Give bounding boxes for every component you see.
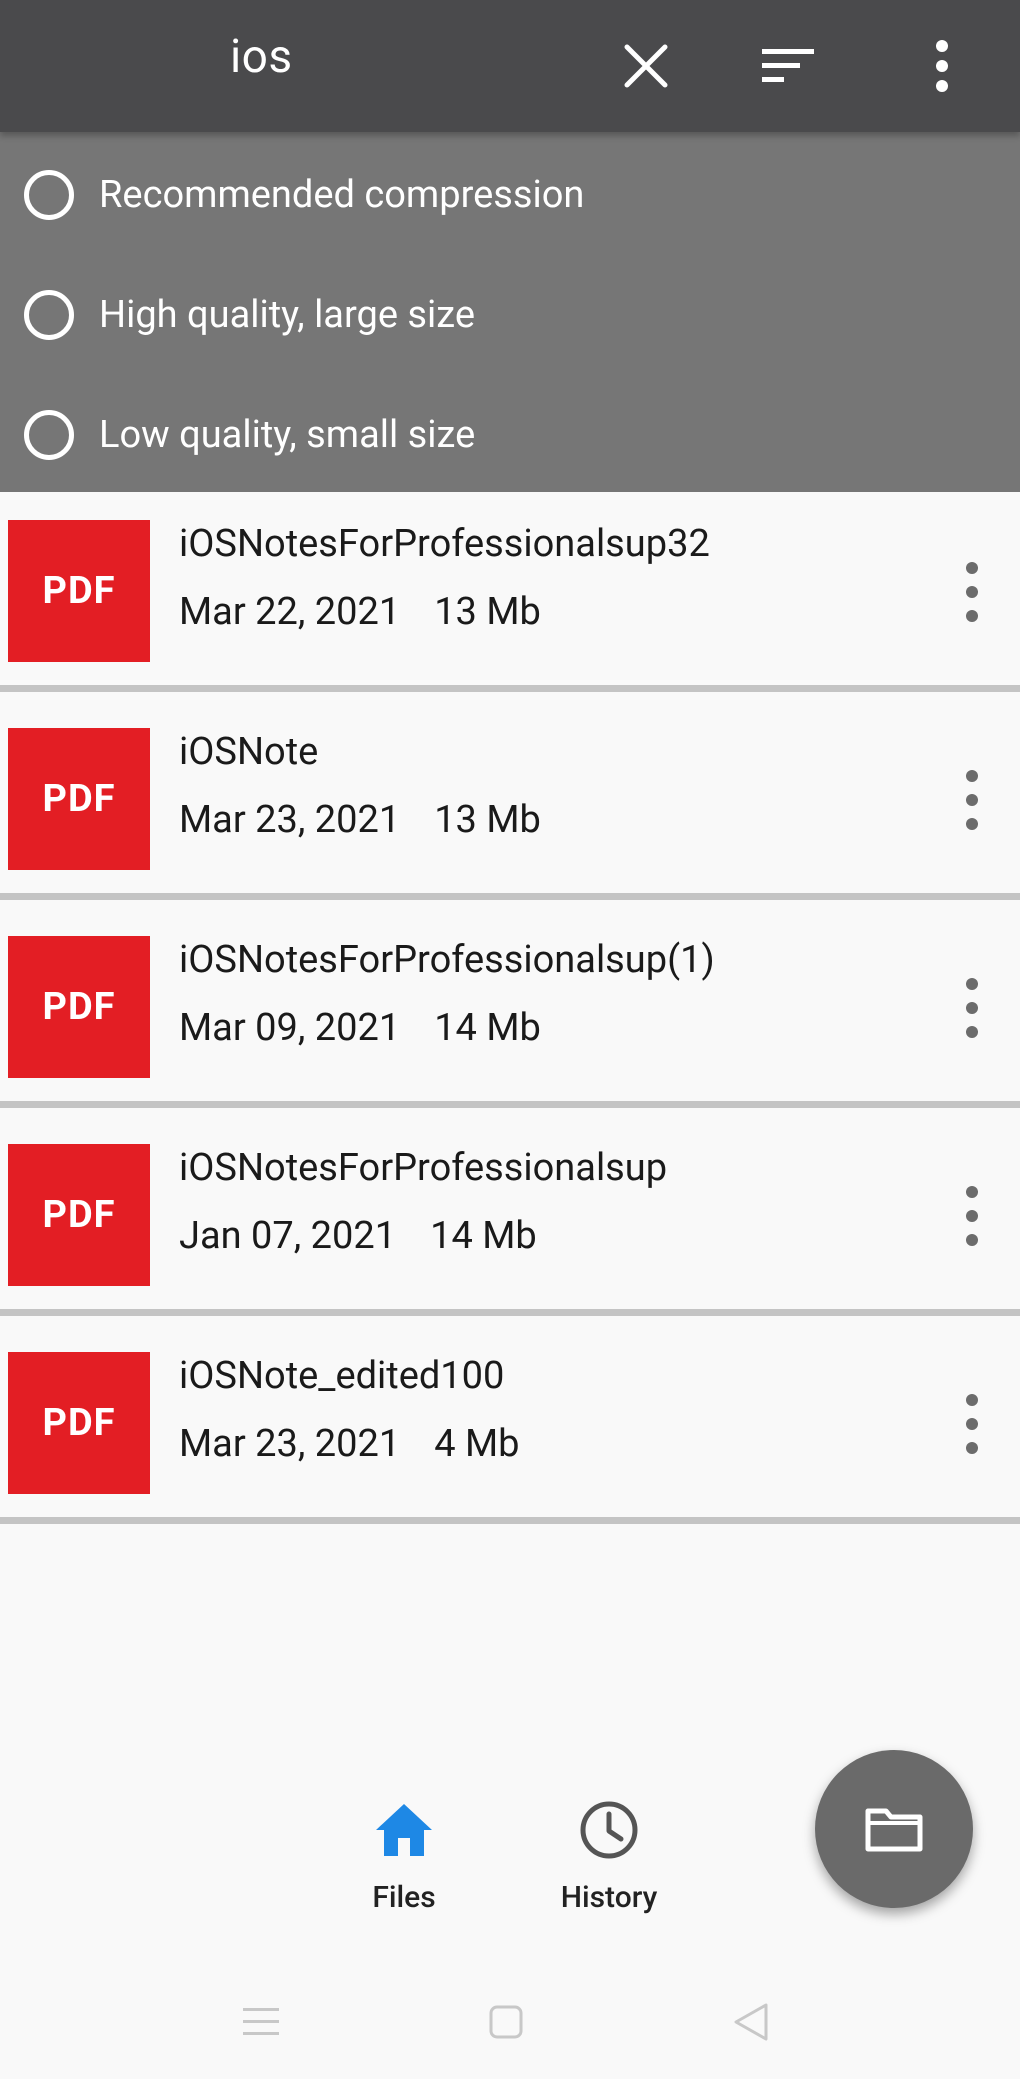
pdf-file-icon: PDF: [8, 936, 150, 1078]
file-date: Jan 07, 2021: [179, 1214, 397, 1258]
divider: [0, 893, 1020, 900]
file-list-item[interactable]: PDF iOSNote_edited100 Mar 23, 2021 4 Mb: [0, 1324, 1020, 1524]
system-navigation-bar: [0, 1960, 1020, 2079]
file-name: iOSNotesForProfessionalsup(1): [179, 938, 715, 982]
divider: [0, 1101, 1020, 1108]
divider: [0, 1309, 1020, 1316]
sort-icon: [762, 49, 814, 82]
search-query[interactable]: ios: [230, 30, 293, 84]
pdf-file-icon: PDF: [8, 1144, 150, 1286]
nav-item-label: Files: [372, 1880, 436, 1915]
more-vert-icon: [936, 40, 948, 92]
file-list-item[interactable]: PDF iOSNote Mar 23, 2021 13 Mb: [0, 700, 1020, 900]
screen: ios Recommended compression High quality…: [0, 0, 1020, 2079]
radio-button[interactable]: [24, 290, 74, 340]
pdf-label: PDF: [42, 1401, 116, 1445]
divider: [0, 1517, 1020, 1524]
pdf-file-icon: PDF: [8, 520, 150, 662]
recents-button[interactable]: [231, 1992, 291, 2052]
menu-icon: [243, 2008, 279, 2035]
file-list-item[interactable]: PDF iOSNotesForProfessionalsup Jan 07, 2…: [0, 1116, 1020, 1316]
more-vert-icon[interactable]: [950, 1394, 994, 1454]
file-date: Mar 09, 2021: [179, 1006, 401, 1050]
clear-search-button[interactable]: [604, 24, 688, 108]
nav-item-history[interactable]: History: [529, 1780, 689, 1930]
radio-button[interactable]: [24, 170, 74, 220]
option-label: Recommended compression: [99, 173, 585, 217]
file-list-item[interactable]: PDF iOSNotesForProfessionalsup(1) Mar 09…: [0, 908, 1020, 1108]
file-size: 13 Mb: [434, 798, 541, 842]
option-label: High quality, large size: [99, 293, 475, 337]
file-meta: Jan 07, 2021 14 Mb: [179, 1214, 537, 1258]
file-meta: Mar 23, 2021 13 Mb: [179, 798, 541, 842]
option-label: Low quality, small size: [99, 413, 476, 457]
more-vert-icon[interactable]: [950, 562, 994, 622]
file-name: iOSNote_edited100: [179, 1354, 505, 1398]
file-size: 14 Mb: [434, 1006, 541, 1050]
open-folder-fab[interactable]: [815, 1750, 973, 1908]
pdf-label: PDF: [42, 1193, 116, 1237]
pdf-file-icon: PDF: [8, 1352, 150, 1494]
file-meta: Mar 23, 2021 4 Mb: [179, 1422, 520, 1466]
file-date: Mar 22, 2021: [179, 590, 401, 634]
compression-options-panel: Recommended compression High quality, la…: [0, 132, 1020, 492]
close-icon: [624, 44, 668, 88]
sort-button[interactable]: [746, 24, 830, 108]
folder-icon: [865, 1808, 923, 1852]
file-date: Mar 23, 2021: [179, 798, 401, 842]
pdf-label: PDF: [42, 777, 116, 821]
more-vert-icon[interactable]: [950, 978, 994, 1038]
home-icon: [376, 1804, 432, 1856]
pdf-file-icon: PDF: [8, 728, 150, 870]
clock-icon: [580, 1801, 638, 1859]
home-button[interactable]: [476, 1992, 536, 2052]
file-size: 13 Mb: [434, 590, 541, 634]
more-vert-icon[interactable]: [950, 770, 994, 830]
radio-button[interactable]: [24, 410, 74, 460]
more-vert-icon[interactable]: [950, 1186, 994, 1246]
nav-item-label: History: [560, 1880, 658, 1915]
file-name: iOSNotesForProfessionalsup32: [179, 522, 710, 566]
file-list-item[interactable]: PDF iOSNotesForProfessionalsup32 Mar 22,…: [0, 492, 1020, 692]
file-meta: Mar 22, 2021 13 Mb: [179, 590, 541, 634]
back-button[interactable]: [721, 1992, 781, 2052]
file-size: 4 Mb: [434, 1422, 520, 1466]
nav-item-files[interactable]: Files: [324, 1780, 484, 1930]
pdf-label: PDF: [42, 985, 116, 1029]
file-date: Mar 23, 2021: [179, 1422, 401, 1466]
app-bar: ios: [0, 0, 1020, 132]
back-triangle-icon: [734, 2003, 768, 2041]
file-size: 14 Mb: [430, 1214, 537, 1258]
option-low-quality[interactable]: Low quality, small size: [0, 380, 1020, 490]
option-high-quality[interactable]: High quality, large size: [0, 260, 1020, 370]
overflow-menu-button[interactable]: [900, 24, 984, 108]
divider: [0, 685, 1020, 692]
option-recommended-compression[interactable]: Recommended compression: [0, 140, 1020, 250]
pdf-label: PDF: [42, 569, 116, 613]
file-name: iOSNote: [179, 730, 319, 774]
file-name: iOSNotesForProfessionalsup: [179, 1146, 668, 1190]
file-meta: Mar 09, 2021 14 Mb: [179, 1006, 541, 1050]
square-icon: [489, 2005, 523, 2039]
